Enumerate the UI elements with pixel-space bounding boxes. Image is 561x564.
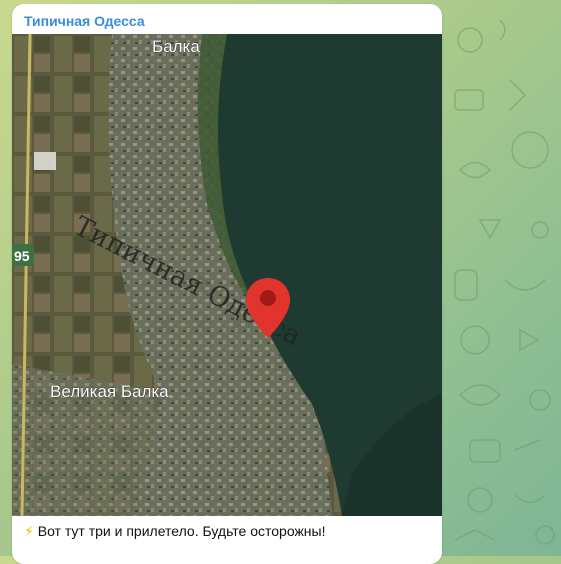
- message-caption: ⚡ Вот тут три и прилетело. Будьте осторо…: [24, 523, 326, 540]
- road-number: 95: [14, 248, 30, 264]
- satellite-map: 95 Балка Великая Балка Типичная Одесса: [12, 34, 442, 516]
- caption-text: Вот тут три и прилетело. Будьте осторожн…: [37, 523, 326, 539]
- message-bubble: Типичная Одесса 95 Балка Великая Балка Т…: [12, 4, 442, 564]
- label-balka: Балка: [152, 37, 200, 56]
- label-velikaya-balka: Великая Балка: [50, 382, 169, 401]
- lightning-icon: ⚡: [24, 523, 34, 539]
- channel-name[interactable]: Типичная Одесса: [24, 13, 145, 29]
- map-image[interactable]: 95 Балка Великая Балка Типичная Одесса: [12, 34, 442, 516]
